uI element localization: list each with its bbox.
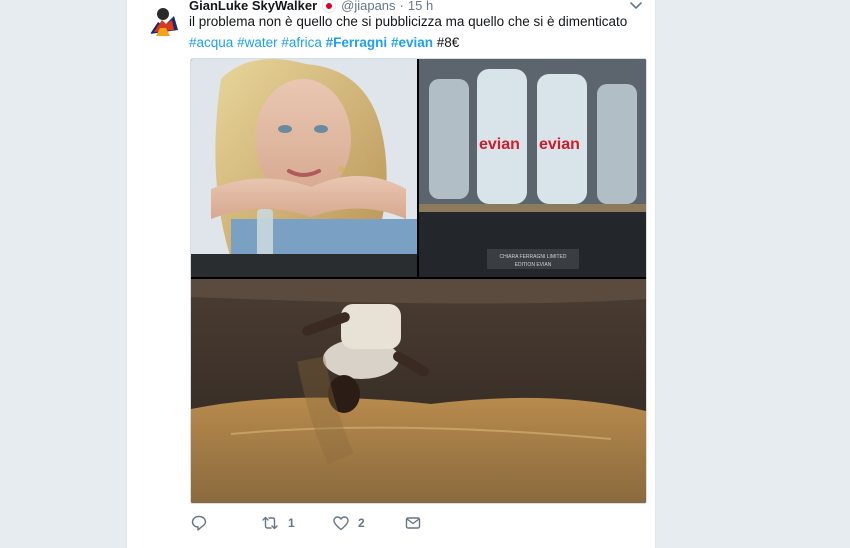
hashtag-link[interactable]: #acqua xyxy=(189,35,233,50)
tweet-media[interactable]: evian evian CHIARA FERRAGNI LIMITED EDIT… xyxy=(190,58,647,504)
tweet-actions: 1 2 xyxy=(190,512,422,534)
retweet-button[interactable]: 1 xyxy=(260,514,332,532)
hashtag-link[interactable]: #water xyxy=(237,35,278,50)
reply-icon xyxy=(191,515,207,531)
tweet-text: il problema non è quello che si pubblici… xyxy=(189,11,649,53)
hashtag-link[interactable]: #africa xyxy=(281,35,322,50)
portrait-panel xyxy=(191,59,417,277)
reply-button[interactable] xyxy=(190,514,260,532)
puddle-panel xyxy=(191,279,646,503)
message-icon xyxy=(405,517,421,529)
hashtag-link[interactable]: #Ferragni xyxy=(326,35,388,50)
shelf-caption: CHIARA FERRAGNI LIMITED xyxy=(500,254,567,260)
bottle-label: evian xyxy=(479,136,520,153)
tweet-body: il problema non è quello che si pubblici… xyxy=(189,14,628,29)
retweet-icon xyxy=(262,516,278,530)
shelf-caption: EDITION EVIAN xyxy=(515,262,552,268)
bottles-panel: evian evian CHIARA FERRAGNI LIMITED EDIT… xyxy=(419,59,646,277)
like-count: 2 xyxy=(358,516,365,530)
bottle-label: evian xyxy=(539,136,580,153)
trailing-text: #8€ xyxy=(436,35,460,50)
hashtag-link[interactable]: #evian xyxy=(391,35,433,50)
avatar[interactable] xyxy=(144,0,182,38)
like-icon xyxy=(333,516,349,531)
like-button[interactable]: 2 xyxy=(332,514,404,532)
direct-message-button[interactable] xyxy=(404,514,422,532)
retweet-count: 1 xyxy=(288,516,295,530)
